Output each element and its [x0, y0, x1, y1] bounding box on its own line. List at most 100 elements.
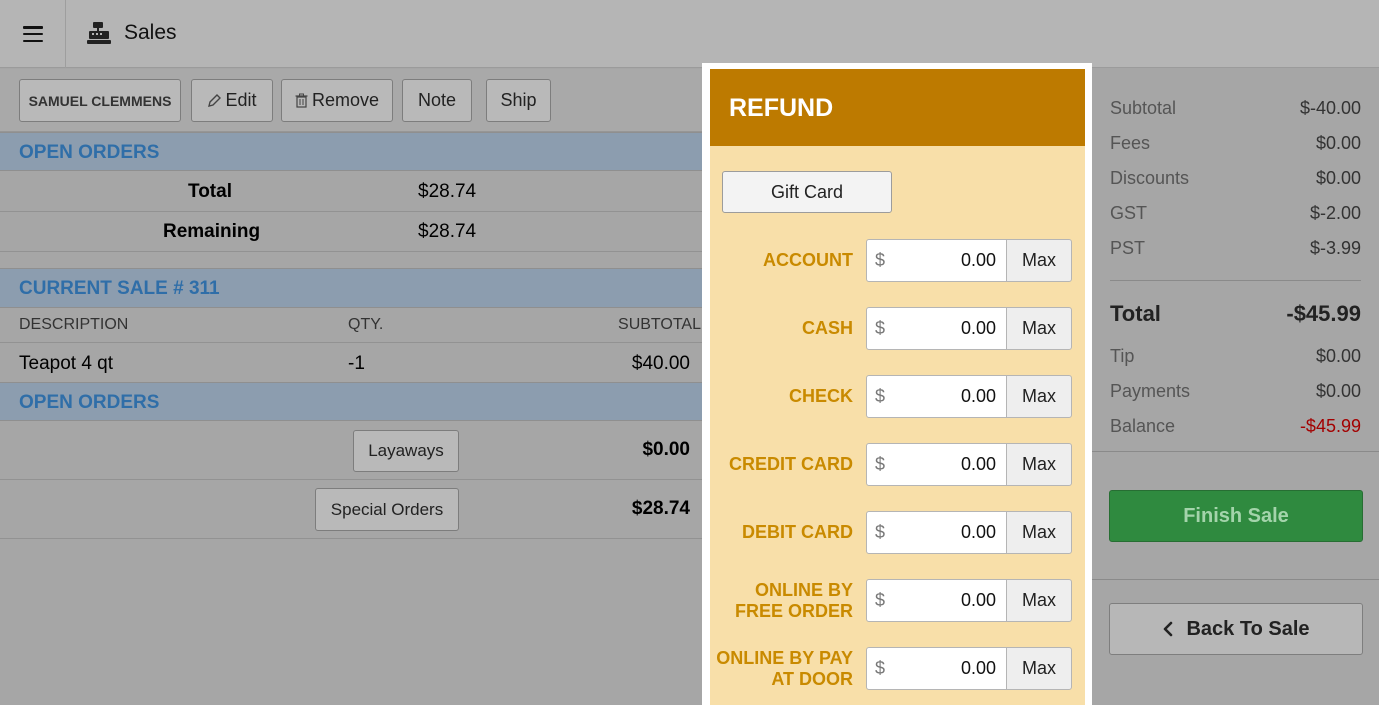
pst-label: PST [1110, 238, 1146, 258]
payment-amount-value: 0.00 [960, 318, 996, 338]
edit-button[interactable]: Edit [191, 79, 273, 122]
table-row[interactable]: Teapot 4 qt -1 $40.00 [0, 343, 709, 383]
layaways-value: $0.00 [642, 439, 690, 460]
payment-method-label-line1: ONLINE BY [754, 580, 853, 600]
currency-symbol: $ [875, 250, 886, 270]
max-button[interactable]: Max [1006, 307, 1072, 350]
payment-amount-input[interactable]: $0.00 [866, 307, 1007, 350]
currency-symbol: $ [875, 386, 886, 406]
column-subtotal: SUBTOTAL [618, 316, 701, 333]
refund-dialog: REFUND Gift Card ACCOUNT $0.00 Max CASH $0.0… [710, 69, 1085, 705]
back-to-sale-label: Back To Sale [1186, 617, 1310, 640]
payment-amount-input[interactable]: $0.00 [866, 443, 1007, 486]
payment-amount-value: 0.00 [960, 522, 996, 542]
payment-amount-value: 0.00 [960, 658, 996, 678]
summary-divider [1110, 280, 1361, 281]
payment-amount-value: 0.00 [960, 590, 996, 610]
special-orders-value: $28.74 [631, 498, 690, 519]
payment-method-label-line2: FREE ORDER [734, 601, 853, 621]
back-to-sale-button[interactable]: Back To Sale [1109, 603, 1363, 655]
open-orders-remaining-row: Remaining $28.74 [0, 212, 709, 252]
open-orders-total-row: Total $28.74 [0, 172, 709, 212]
summary-panel: Subtotal $-40.00 Fees $0.00 Discounts $0… [1092, 69, 1379, 705]
refund-heading: REFUND [710, 69, 1085, 146]
special-orders-row: Special Orders $28.74 [0, 480, 709, 539]
payment-method-label: ONLINE BY FREE ORDER [713, 580, 853, 622]
max-button[interactable]: Max [1006, 443, 1072, 486]
subtotal-label: Subtotal [1110, 98, 1177, 118]
payment-method-label: ONLINE BY PAY AT DOOR [713, 648, 853, 690]
column-description: DESCRIPTION [19, 316, 129, 333]
currency-symbol: $ [875, 318, 886, 338]
payment-method-label-line1: ONLINE BY PAY [716, 648, 853, 668]
payment-amount-input[interactable]: $0.00 [866, 579, 1007, 622]
menu-button[interactable] [0, 0, 66, 68]
special-orders-button[interactable]: Special Orders [315, 488, 459, 531]
item-subtotal: $40.00 [631, 353, 690, 374]
payment-method-label: CREDIT CARD [713, 454, 853, 475]
payments-value: $0.00 [1315, 381, 1361, 401]
subtotal-value: $-40.00 [1299, 98, 1361, 118]
max-button[interactable]: Max [1006, 579, 1072, 622]
current-sale-heading: CURRENT SALE # 311 [0, 268, 709, 308]
payment-amount-value: 0.00 [960, 250, 996, 270]
customer-bar: SAMUEL CLEMMENS Edit Remove Note Ship [0, 69, 709, 132]
ship-button[interactable]: Ship [486, 79, 551, 122]
chevron-left-icon [1164, 621, 1173, 637]
max-button[interactable]: Max [1006, 239, 1072, 282]
max-button[interactable]: Max [1006, 647, 1072, 690]
payment-amount-input[interactable]: $0.00 [866, 647, 1007, 690]
payment-amount-value: 0.00 [960, 454, 996, 474]
fees-value: $0.00 [1315, 133, 1361, 153]
finish-sale-button[interactable]: Finish Sale [1109, 490, 1363, 542]
summary-separator [1092, 451, 1379, 452]
fees-label: Fees [1110, 133, 1151, 153]
payment-amount-value: 0.00 [960, 386, 996, 406]
payment-method-label-line1: CASH [801, 318, 853, 338]
page-title: Sales [124, 21, 177, 44]
open-orders-remaining-label: Remaining [163, 221, 261, 242]
open-orders-total-value: $28.74 [418, 181, 477, 202]
item-qty: -1 [348, 353, 365, 374]
payment-amount-input[interactable]: $0.00 [866, 239, 1007, 282]
layaways-row: Layaways $0.00 [0, 421, 709, 480]
max-button[interactable]: Max [1006, 375, 1072, 418]
remove-label: Remove [311, 90, 380, 110]
payment-amount-input[interactable]: $0.00 [866, 511, 1007, 554]
total-value: -$45.99 [1286, 301, 1361, 326]
pst-value: $-3.99 [1309, 238, 1361, 258]
payment-method-label-line1: DEBIT CARD [742, 522, 853, 542]
open-orders-heading: OPEN ORDERS [0, 132, 709, 171]
item-description: Teapot 4 qt [19, 353, 114, 374]
payment-method-label: ACCOUNT [713, 250, 853, 271]
discounts-value: $0.00 [1315, 168, 1361, 188]
trash-icon [295, 93, 308, 108]
hamburger-icon [22, 26, 43, 42]
actions-separator [1092, 579, 1379, 580]
open-orders-heading-2: OPEN ORDERS [0, 382, 709, 421]
sale-panel: SAMUEL CLEMMENS Edit Remove Note Ship OP… [0, 69, 709, 705]
note-button[interactable]: Note [402, 79, 472, 122]
payment-method-label: CHECK [713, 386, 853, 407]
currency-symbol: $ [875, 658, 886, 678]
payment-amount-input[interactable]: $0.00 [866, 375, 1007, 418]
currency-symbol: $ [875, 590, 886, 610]
remove-button[interactable]: Remove [281, 79, 393, 122]
customer-button[interactable]: SAMUEL CLEMMENS [19, 79, 181, 122]
cash-register-icon [87, 22, 111, 44]
tip-label: Tip [1110, 346, 1135, 366]
discounts-label: Discounts [1110, 168, 1190, 188]
layaways-button[interactable]: Layaways [353, 430, 459, 472]
payment-method-label-line2: AT DOOR [771, 669, 853, 689]
payment-method-label-line1: ACCOUNT [763, 250, 853, 270]
sale-table-header: DESCRIPTION QTY. SUBTOTAL [0, 308, 709, 343]
currency-symbol: $ [875, 454, 886, 474]
max-button[interactable]: Max [1006, 511, 1072, 554]
open-orders-total-label: Total [188, 181, 232, 202]
gift-card-button[interactable]: Gift Card [722, 171, 892, 213]
payments-label: Payments [1110, 381, 1191, 401]
balance-value: -$45.99 [1299, 416, 1361, 436]
payment-method-label-line1: CHECK [788, 386, 853, 406]
total-label: Total [1110, 301, 1161, 326]
top-bar: Sales [0, 0, 1379, 68]
